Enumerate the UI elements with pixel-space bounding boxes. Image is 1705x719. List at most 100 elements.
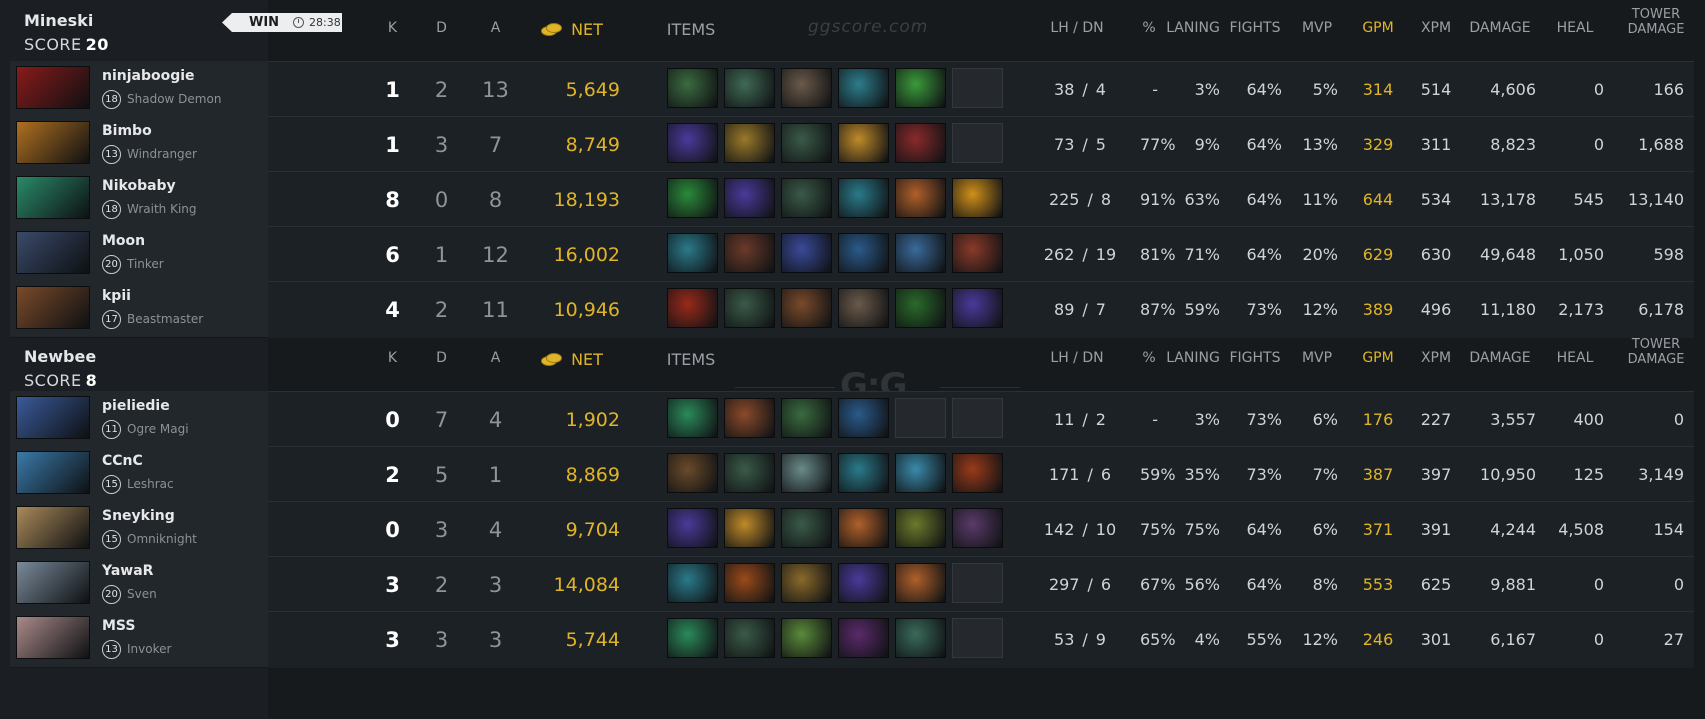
lh-percent: 77% bbox=[1140, 135, 1176, 154]
damage: 49,648 bbox=[1480, 245, 1536, 264]
lh-separator: / bbox=[1082, 300, 1088, 319]
kills: 8 bbox=[385, 188, 400, 212]
player-name[interactable]: CCnC bbox=[102, 453, 143, 469]
item-icon[interactable] bbox=[838, 288, 889, 328]
item-icon[interactable] bbox=[838, 618, 889, 658]
tower-damage: 13,140 bbox=[1628, 190, 1684, 209]
item-icon[interactable] bbox=[838, 453, 889, 493]
item-icon[interactable] bbox=[781, 508, 832, 548]
player-card[interactable]: CCnC 15 Leshrac bbox=[10, 446, 268, 503]
item-icon[interactable] bbox=[667, 508, 718, 548]
damage: 4,244 bbox=[1490, 520, 1536, 539]
lh-percent: - bbox=[1152, 80, 1158, 99]
item-icon[interactable] bbox=[724, 178, 775, 218]
player-card[interactable]: Sneyking 15 Omniknight bbox=[10, 501, 268, 558]
player-name[interactable]: ninjaboogie bbox=[102, 68, 195, 84]
item-icon[interactable] bbox=[781, 563, 832, 603]
player-name[interactable]: Sneyking bbox=[102, 508, 175, 524]
item-icon[interactable] bbox=[667, 398, 718, 438]
item-icon[interactable] bbox=[838, 563, 889, 603]
item-icon[interactable] bbox=[781, 68, 832, 108]
item-icon[interactable] bbox=[724, 288, 775, 328]
player-card[interactable]: ninjaboogie 18 Shadow Demon bbox=[10, 61, 268, 118]
item-icon[interactable] bbox=[667, 68, 718, 108]
item-icon[interactable] bbox=[667, 233, 718, 273]
item-icon[interactable] bbox=[895, 453, 946, 493]
header-a: A bbox=[490, 20, 501, 36]
gpm: 389 bbox=[1362, 300, 1394, 319]
item-icon[interactable] bbox=[895, 618, 946, 658]
item-icon[interactable] bbox=[895, 563, 946, 603]
item-icon[interactable] bbox=[667, 123, 718, 163]
player-name[interactable]: YawaR bbox=[102, 563, 153, 579]
item-icon[interactable] bbox=[781, 123, 832, 163]
item-icon[interactable] bbox=[952, 233, 1003, 273]
item-icon[interactable] bbox=[724, 233, 775, 273]
player-card[interactable]: pieliedie 11 Ogre Magi bbox=[10, 391, 268, 448]
item-icon[interactable] bbox=[667, 178, 718, 218]
item-icon[interactable] bbox=[667, 618, 718, 658]
item-icon[interactable] bbox=[724, 508, 775, 548]
player-card[interactable]: Moon 20 Tinker bbox=[10, 226, 268, 283]
last-hits-denies: 38 / 4 bbox=[1030, 62, 1130, 118]
player-name[interactable]: Bimbo bbox=[102, 123, 152, 139]
item-icon[interactable] bbox=[952, 453, 1003, 493]
last-hits-denies: 73 / 5 bbox=[1030, 117, 1130, 173]
team-header: Mineski SCORE 20 bbox=[0, 0, 268, 60]
item-icon[interactable] bbox=[895, 178, 946, 218]
item-icon[interactable] bbox=[838, 233, 889, 273]
hero-portrait bbox=[16, 396, 90, 439]
player-stats-row: 2 5 1 8,869 171 / 6 59% 35% 73% 7% 387 397 10,950 125 3… bbox=[268, 446, 1694, 503]
item-icon[interactable] bbox=[724, 398, 775, 438]
xpm: 397 bbox=[1420, 465, 1452, 484]
item-icon[interactable] bbox=[781, 618, 832, 658]
last-hits: 38 bbox=[1054, 80, 1075, 99]
item-icon[interactable] bbox=[724, 123, 775, 163]
item-icon[interactable] bbox=[952, 508, 1003, 548]
item-icon[interactable] bbox=[895, 233, 946, 273]
item-icon[interactable] bbox=[781, 398, 832, 438]
last-hits: 89 bbox=[1054, 300, 1075, 319]
player-name[interactable]: pieliedie bbox=[102, 398, 170, 414]
fights: 73% bbox=[1246, 300, 1282, 319]
item-icon[interactable] bbox=[838, 68, 889, 108]
player-card[interactable]: Bimbo 13 Windranger bbox=[10, 116, 268, 173]
item-icon[interactable] bbox=[667, 288, 718, 328]
item-icon[interactable] bbox=[838, 508, 889, 548]
player-card[interactable]: Nikobaby 18 Wraith King bbox=[10, 171, 268, 228]
watermark-site: ggscore.com bbox=[808, 17, 929, 37]
item-icon[interactable] bbox=[952, 288, 1003, 328]
item-icon[interactable] bbox=[781, 288, 832, 328]
fights: 73% bbox=[1246, 465, 1282, 484]
item-icon[interactable] bbox=[781, 233, 832, 273]
item-icon[interactable] bbox=[895, 68, 946, 108]
gpm: 644 bbox=[1362, 190, 1394, 209]
item-icon[interactable] bbox=[838, 398, 889, 438]
item-icon[interactable] bbox=[724, 618, 775, 658]
xpm: 391 bbox=[1420, 520, 1452, 539]
player-card[interactable]: MSS 13 Invoker bbox=[10, 611, 268, 668]
player-card[interactable]: kpii 17 Beastmaster bbox=[10, 281, 268, 338]
item-icon[interactable] bbox=[895, 288, 946, 328]
score-label: SCORE bbox=[24, 35, 82, 54]
scoreboard: Mineski SCORE 20 WIN 28:38 K D A NET ITEMS LH / DN… bbox=[0, 0, 1705, 719]
item-icon[interactable] bbox=[838, 123, 889, 163]
last-hits: 11 bbox=[1054, 410, 1075, 429]
player-name[interactable]: Nikobaby bbox=[102, 178, 176, 194]
player-name[interactable]: MSS bbox=[102, 618, 135, 634]
item-icon[interactable] bbox=[781, 453, 832, 493]
item-icon[interactable] bbox=[724, 453, 775, 493]
player-card[interactable]: YawaR 20 Sven bbox=[10, 556, 268, 613]
player-stats-row: 0 7 4 1,902 11 / 2 - 3% 73% 6% 176 227 3,557 400 0 bbox=[268, 391, 1694, 448]
item-icon[interactable] bbox=[667, 563, 718, 603]
item-icon[interactable] bbox=[952, 178, 1003, 218]
item-icon[interactable] bbox=[724, 563, 775, 603]
item-icon[interactable] bbox=[667, 453, 718, 493]
item-icon[interactable] bbox=[895, 508, 946, 548]
item-icon[interactable] bbox=[724, 68, 775, 108]
player-name[interactable]: kpii bbox=[102, 288, 131, 304]
item-icon[interactable] bbox=[781, 178, 832, 218]
player-name[interactable]: Moon bbox=[102, 233, 145, 249]
item-icon[interactable] bbox=[838, 178, 889, 218]
item-icon[interactable] bbox=[895, 123, 946, 163]
